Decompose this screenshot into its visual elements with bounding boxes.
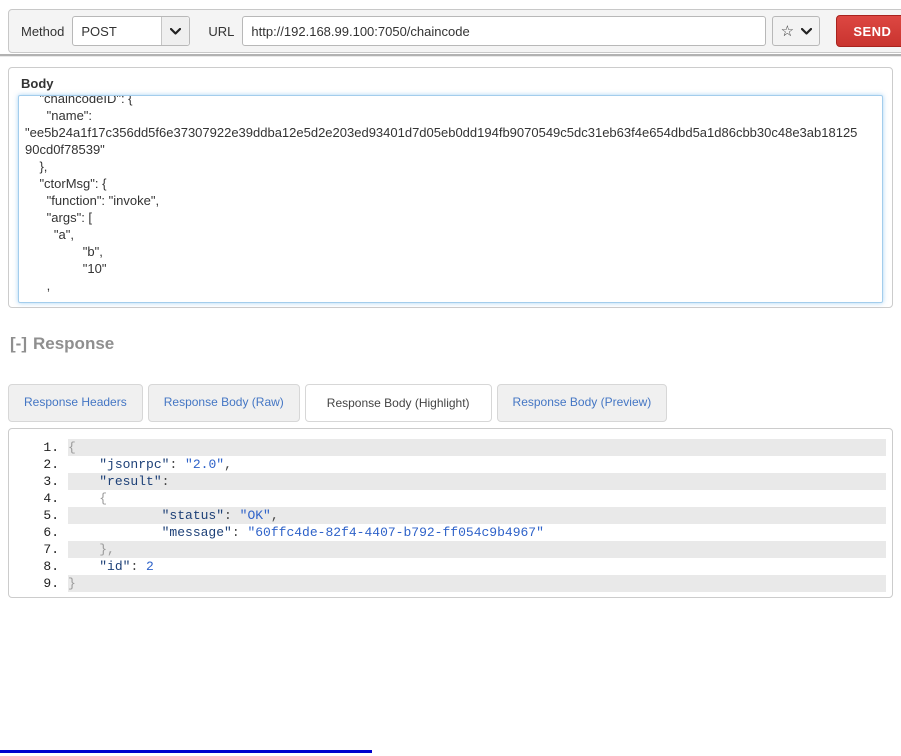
body-line: "ee5b24a1f17c356dd5f6e37307922e39ddba12e… bbox=[25, 125, 858, 140]
request-body-panel: Body "chaincodeID": { "name": "ee5b24a1f1… bbox=[8, 67, 893, 308]
body-textarea[interactable]: "chaincodeID": { "name": "ee5b24a1f17c356… bbox=[18, 95, 883, 303]
token: : bbox=[169, 457, 186, 472]
token: "id" bbox=[99, 559, 131, 574]
line-number: 1. bbox=[43, 440, 59, 455]
token: { bbox=[68, 440, 76, 455]
body-line: "ctorMsg": { bbox=[25, 176, 107, 191]
method-label: Method bbox=[21, 23, 65, 39]
body-line: "a", bbox=[25, 227, 74, 242]
code-line: 9.} bbox=[15, 575, 886, 592]
token: : bbox=[231, 525, 248, 540]
code-content: "jsonrpc": "2.0", bbox=[68, 456, 886, 473]
token: "status" bbox=[161, 508, 225, 523]
code-content: "message": "60ffc4de-82f4-4407-b792-ff05… bbox=[68, 524, 886, 541]
code-content: "result": bbox=[68, 473, 886, 490]
token: }, bbox=[99, 542, 115, 557]
line-number: 2. bbox=[43, 457, 59, 472]
tab-response-body-highlight[interactable]: Response Body (Highlight) bbox=[304, 384, 492, 422]
code-content: }, bbox=[68, 541, 886, 558]
code-line: 5. "status": "OK", bbox=[15, 507, 886, 524]
line-number: 3. bbox=[43, 474, 59, 489]
token: : bbox=[161, 474, 170, 489]
body-panel-title: Body bbox=[21, 76, 54, 91]
method-selected-value: POST bbox=[81, 24, 117, 39]
tab-response-body-raw[interactable]: Response Body (Raw) bbox=[147, 384, 300, 422]
header-divider bbox=[0, 54, 901, 57]
code-line: 1. { bbox=[15, 439, 886, 456]
token: { bbox=[99, 491, 108, 506]
code-line: 8. "id": 2 bbox=[15, 558, 886, 575]
send-button[interactable]: SEND bbox=[836, 15, 901, 47]
response-title-text: Response bbox=[32, 334, 115, 353]
token: : bbox=[130, 559, 147, 574]
code-content: { bbox=[68, 490, 886, 507]
collapse-toggle[interactable]: [-] bbox=[10, 334, 27, 353]
chevron-down-icon[interactable] bbox=[161, 17, 190, 45]
token: "2.0" bbox=[185, 457, 225, 472]
url-label: URL bbox=[208, 23, 235, 39]
body-line: 90cd0f78539" bbox=[25, 142, 105, 157]
token: , bbox=[270, 508, 279, 523]
code-content: } bbox=[68, 575, 886, 592]
line-number: 6. bbox=[43, 525, 59, 540]
url-input[interactable] bbox=[242, 16, 767, 46]
code-line: 4. { bbox=[15, 490, 886, 507]
body-line: "10" bbox=[25, 261, 107, 276]
token: } bbox=[68, 576, 76, 591]
body-line: "name": bbox=[25, 108, 93, 123]
token: "60ffc4de-82f4-4407-b792-ff054c9b4967" bbox=[247, 525, 544, 540]
token: "OK" bbox=[239, 508, 271, 523]
line-number: 8. bbox=[43, 559, 59, 574]
response-highlight-panel: 1.{2. "jsonrpc": "2.0", 3. "result": 4. {5… bbox=[8, 428, 893, 598]
token: "jsonrpc" bbox=[99, 457, 170, 472]
token: : bbox=[224, 508, 240, 523]
line-number: 5. bbox=[43, 508, 59, 523]
code-line: 2. "jsonrpc": "2.0", bbox=[15, 456, 886, 473]
body-line: "chaincodeID": { bbox=[25, 95, 133, 106]
body-line: , bbox=[25, 278, 51, 293]
token: , bbox=[224, 457, 232, 472]
line-number: 7. bbox=[43, 542, 59, 557]
code-content: "status": "OK", bbox=[68, 507, 886, 524]
response-section-title: [-] Response bbox=[10, 334, 114, 354]
chevron-down-icon[interactable] bbox=[801, 22, 813, 40]
body-line: }, bbox=[25, 159, 48, 174]
request-bar: Method POST URL ☆ SEND bbox=[8, 9, 901, 53]
code-content: { bbox=[68, 439, 886, 456]
code-line: 3. "result": bbox=[15, 473, 886, 490]
tab-response-headers[interactable]: Response Headers bbox=[8, 384, 143, 422]
line-number: 9. bbox=[43, 576, 59, 591]
code-line: 6. "message": "60ffc4de-82f4-4407-b792-f… bbox=[15, 524, 886, 541]
method-select[interactable]: POST bbox=[72, 16, 191, 46]
tab-response-body-preview[interactable]: Response Body (Preview) bbox=[496, 384, 668, 422]
token: 2 bbox=[146, 559, 154, 574]
code-line: 7. }, bbox=[15, 541, 886, 558]
body-line: "args": [ bbox=[25, 210, 93, 225]
background-window-edge bbox=[0, 750, 372, 753]
response-tabs: Response Headers Response Body (Raw) Respo… bbox=[8, 384, 668, 422]
url-options-button[interactable]: ☆ bbox=[772, 16, 821, 46]
token: "message" bbox=[161, 525, 232, 540]
body-line: "function": "invoke", bbox=[25, 193, 160, 208]
line-number: 4. bbox=[43, 491, 59, 506]
token: "result" bbox=[99, 474, 162, 489]
star-icon[interactable]: ☆ bbox=[781, 24, 794, 39]
body-line: "b", bbox=[25, 244, 103, 259]
code-content: "id": 2 bbox=[68, 558, 886, 575]
